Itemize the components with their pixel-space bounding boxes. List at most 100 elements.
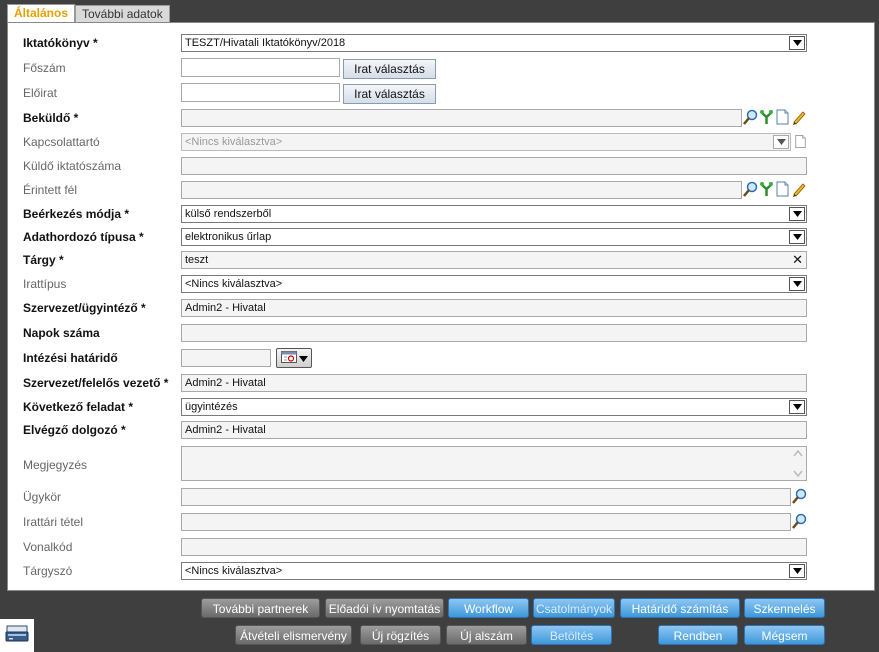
szervezet-felelos-vezeto-input[interactable]: Admin2 - Hivatal — [181, 374, 807, 392]
chevron-down-icon[interactable] — [789, 564, 805, 578]
calendar-icon — [280, 350, 297, 366]
scanner-icon — [5, 623, 29, 648]
label-napok-szama: Napok száma — [23, 326, 100, 340]
label-targy: Tárgy * — [23, 253, 64, 267]
csatolmanyok-button[interactable]: Csatolmányok — [533, 598, 615, 618]
row-iktatokonyv: Iktatókönyv * TESZT/Hivatali Iktatókönyv… — [8, 33, 874, 53]
row-bekuldo: Beküldő * — [8, 108, 874, 128]
adathordozo-tipusa-value: elektronikus űrlap — [185, 231, 272, 243]
label-szervezet-ugyintezo: Szervezet/ügyintéző * — [23, 301, 146, 315]
row-targy: Tárgy * teszt ✕ — [8, 250, 874, 270]
irattari-tetel-input[interactable] — [181, 513, 791, 531]
chevron-down-icon[interactable] — [789, 230, 805, 244]
erintett-fel-input[interactable] — [181, 181, 742, 199]
betoltes-button[interactable]: Betöltés — [531, 625, 612, 645]
hatarido-szamitas-button[interactable]: Határidő számítás — [620, 598, 740, 618]
iktatokonyv-select[interactable]: TESZT/Hivatali Iktatókönyv/2018 — [181, 34, 807, 52]
tovabbi-partnerek-button[interactable]: További partnerek — [201, 598, 320, 618]
vonalkod-input[interactable] — [181, 538, 807, 556]
chevron-down-icon[interactable] — [789, 207, 805, 221]
row-szervezet-felelos-vezeto: Szervezet/felelős vezető * Admin2 - Hiva… — [8, 373, 874, 393]
row-napok-szama: Napok száma — [8, 323, 874, 343]
edit-pencil-icon[interactable] — [791, 181, 806, 197]
irattipus-value: <Nincs kiválasztva> — [185, 278, 283, 290]
row-megjegyzes: Megjegyzés — [8, 446, 874, 483]
chevron-down-icon[interactable] — [789, 36, 805, 50]
uj-rogzites-button[interactable]: Új rögzítés — [360, 625, 441, 645]
szkenneles-button[interactable]: Szkennelés — [744, 598, 825, 618]
chevron-down-icon[interactable] — [773, 135, 789, 149]
search-icon[interactable] — [792, 488, 807, 504]
intezesi-hatarido-input[interactable] — [181, 349, 271, 367]
label-irattipus: Irattípus — [23, 277, 67, 291]
rendben-button[interactable]: Rendben — [658, 625, 738, 645]
new-document-icon[interactable] — [775, 109, 790, 125]
eloirat-irat-valasztas-button[interactable]: Irat választás — [343, 84, 436, 104]
tree-icon[interactable] — [759, 109, 774, 125]
row-erintett-fel: Érintett fél — [8, 180, 874, 200]
label-beerkezes-modja: Beérkezés módja * — [23, 207, 130, 221]
napok-szama-input[interactable] — [181, 324, 807, 342]
elvegzo-dolgozo-input[interactable]: Admin2 - Hivatal — [181, 421, 807, 439]
label-kuldo-iktatoszama: Küldő iktatószáma — [23, 159, 122, 173]
tab-altalanos[interactable]: Általános — [7, 4, 76, 23]
megjegyzes-scrollbar[interactable] — [791, 448, 805, 479]
szervezet-ugyintezo-input[interactable]: Admin2 - Hivatal — [181, 299, 807, 317]
row-kuldo-iktatoszama: Küldő iktatószáma — [8, 156, 874, 176]
label-adathordozo-tipusa: Adathordozó típusa * — [23, 230, 144, 244]
label-bekuldo: Beküldő * — [23, 111, 79, 125]
row-kovetkezo-feladat: Következő feladat * ügyintézés — [8, 397, 874, 417]
calendar-button[interactable] — [276, 348, 312, 368]
chevron-down-icon — [298, 351, 308, 365]
chevron-down-icon[interactable] — [789, 277, 805, 291]
megsem-button[interactable]: Mégsem — [744, 625, 825, 645]
ugykor-input[interactable] — [181, 488, 791, 506]
uj-alszam-button[interactable]: Új alszám — [446, 625, 527, 645]
clear-icon[interactable]: ✕ — [792, 252, 803, 268]
atveteli-elismerveny-button[interactable]: Átvételi elismervény — [235, 625, 352, 645]
kuldo-iktatoszama-input[interactable] — [181, 157, 807, 175]
megjegyzes-textarea[interactable] — [181, 446, 807, 481]
beerkezes-modja-select[interactable]: külső rendszerből — [181, 205, 807, 223]
label-intezesi-hatarido: Intézési határidő — [23, 351, 118, 365]
targy-input[interactable]: teszt ✕ — [181, 251, 807, 269]
label-foszam: Főszám — [23, 61, 66, 75]
eloirat-input[interactable] — [181, 83, 340, 102]
label-targyszo: Tárgyszó — [23, 564, 73, 578]
label-kapcsolattarto: Kapcsolattartó — [23, 135, 100, 149]
kovetkezo-feladat-select[interactable]: ügyintézés — [181, 398, 807, 416]
chevron-down-icon[interactable] — [789, 400, 805, 414]
row-intezesi-hatarido: Intézési határidő — [8, 348, 874, 368]
eloadoi-iv-nyomtatas-button[interactable]: Előadói ív nyomtatás — [325, 598, 444, 618]
beerkezes-modja-value: külső rendszerből — [185, 208, 272, 220]
edit-pencil-icon[interactable] — [791, 109, 806, 125]
foszam-irat-valasztas-button[interactable]: Irat választás — [343, 59, 436, 79]
row-vonalkod: Vonalkód — [8, 537, 874, 557]
scanner-button[interactable] — [0, 619, 34, 652]
tab-tovabbi-adatok[interactable]: További adatok — [75, 5, 170, 22]
adathordozo-tipusa-select[interactable]: elektronikus űrlap — [181, 228, 807, 246]
kapcsolattarto-select[interactable]: <Nincs kiválasztva> — [181, 133, 791, 151]
row-targyszo: Tárgyszó <Nincs kiválasztva> — [8, 561, 874, 581]
targyszo-value: <Nincs kiválasztva> — [185, 565, 283, 577]
form-panel: Iktatókönyv * TESZT/Hivatali Iktatókönyv… — [7, 22, 875, 591]
search-icon[interactable] — [743, 181, 758, 197]
search-icon[interactable] — [743, 109, 758, 125]
bekuldo-input[interactable] — [181, 109, 742, 127]
tree-icon[interactable] — [759, 181, 774, 197]
targy-value: teszt — [185, 254, 209, 266]
new-document-icon[interactable] — [775, 181, 790, 197]
bekuldo-icons — [743, 109, 806, 125]
kovetkezo-feladat-value: ügyintézés — [185, 401, 238, 413]
label-kovetkezo-feladat: Következő feladat * — [23, 400, 134, 414]
workflow-button[interactable]: Workflow — [448, 598, 529, 618]
irattipus-select[interactable]: <Nincs kiválasztva> — [181, 275, 807, 293]
row-szervezet-ugyintezo: Szervezet/ügyintéző * Admin2 - Hivatal — [8, 298, 874, 318]
foszam-input[interactable] — [181, 58, 340, 77]
label-irattari-tetel: Irattári tétel — [23, 515, 84, 529]
new-document-icon[interactable] — [794, 134, 809, 150]
tab-bar: Általános További adatok — [0, 0, 879, 23]
row-beerkezes-modja: Beérkezés módja * külső rendszerből — [8, 204, 874, 224]
targyszo-select[interactable]: <Nincs kiválasztva> — [181, 562, 807, 580]
search-icon[interactable] — [792, 513, 807, 529]
